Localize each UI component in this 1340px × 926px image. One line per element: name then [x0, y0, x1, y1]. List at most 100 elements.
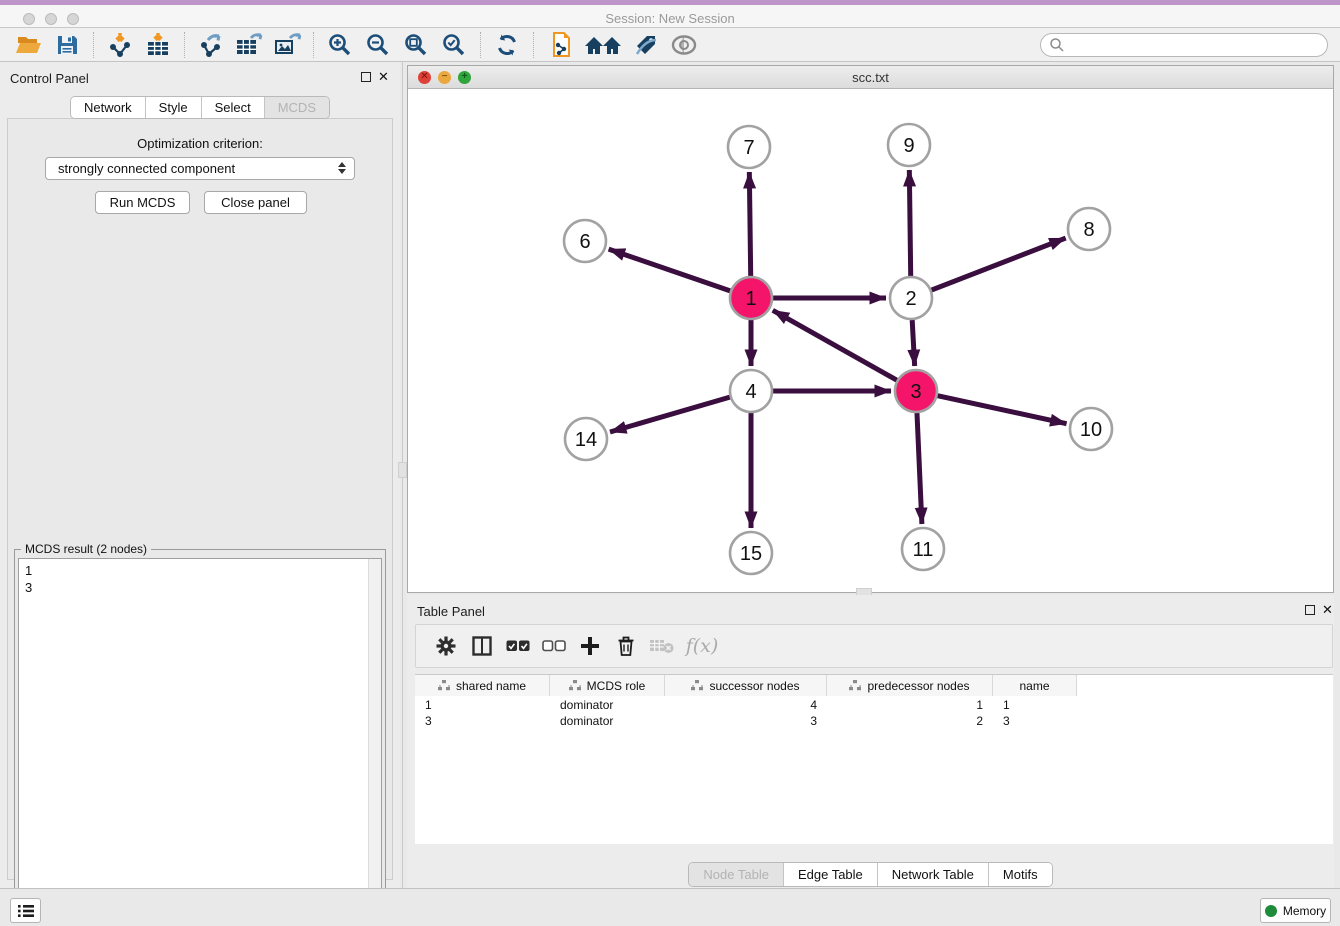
- add-column-icon[interactable]: [572, 628, 608, 664]
- delete-table-icon[interactable]: [644, 628, 680, 664]
- graph-node-15[interactable]: 15: [730, 532, 772, 574]
- search-input[interactable]: [1065, 35, 1327, 55]
- table-cell[interactable]: 3: [665, 713, 827, 729]
- tab-node-table[interactable]: Node Table: [689, 863, 784, 886]
- run-mcds-button[interactable]: Run MCDS: [95, 191, 190, 214]
- column-header-shared-name[interactable]: shared name: [415, 675, 550, 696]
- import-table-icon[interactable]: [141, 30, 175, 60]
- edge-2-8[interactable]: [932, 238, 1066, 290]
- column-header-name[interactable]: name: [993, 675, 1077, 696]
- clone-network-icon[interactable]: [543, 30, 577, 60]
- tab-mcds[interactable]: MCDS: [265, 97, 329, 118]
- column-header-mcds-role[interactable]: MCDS role: [550, 675, 665, 696]
- search-icon: [1049, 37, 1065, 53]
- edge-2-9[interactable]: [909, 170, 910, 276]
- table-body: 1dominator4113dominator323: [415, 697, 1077, 729]
- mcds-result-line: 1: [25, 562, 381, 579]
- graph-node-10[interactable]: 10: [1070, 408, 1112, 450]
- save-session-icon[interactable]: [50, 30, 84, 60]
- export-table-icon[interactable]: [232, 30, 266, 60]
- table-cell[interactable]: 1: [415, 697, 550, 713]
- zoom-selected-icon[interactable]: [437, 30, 471, 60]
- table-cell[interactable]: 1: [827, 697, 993, 713]
- node-label: 1: [745, 288, 756, 310]
- table-cell[interactable]: dominator: [550, 713, 665, 729]
- application-window: Session: New Session: [0, 0, 1340, 926]
- table-cell[interactable]: 4: [665, 697, 827, 713]
- toolbar-separator: [93, 32, 94, 58]
- network-canvas[interactable]: 7 9 6 8 1 2 4 3 14 10 15 11: [408, 89, 1333, 592]
- edge-4-14[interactable]: [610, 397, 730, 432]
- split-panel-icon[interactable]: [464, 628, 500, 664]
- delete-icon[interactable]: [608, 628, 644, 664]
- float-table-panel-icon[interactable]: [1305, 605, 1315, 615]
- tab-network-table[interactable]: Network Table: [878, 863, 989, 886]
- zoom-out-icon[interactable]: [361, 30, 395, 60]
- toolbar-separator: [313, 32, 314, 58]
- edge-1-7[interactable]: [749, 172, 750, 276]
- close-table-panel-icon[interactable]: ✕: [1322, 602, 1333, 618]
- graph-node-8[interactable]: 8: [1068, 208, 1110, 250]
- zoom-fit-icon[interactable]: [399, 30, 433, 60]
- edge-3-10[interactable]: [937, 396, 1066, 424]
- tab-select[interactable]: Select: [202, 97, 265, 118]
- select-all-icon[interactable]: [500, 628, 536, 664]
- node-label: 3: [910, 381, 921, 403]
- hide-labels-icon[interactable]: [629, 30, 663, 60]
- network-view-window: ✕ − + scc.txt 7 9 6 8 1 2 4 3 14 10 15 11: [407, 65, 1334, 593]
- node-table: shared nameMCDS rolesuccessor nodesprede…: [415, 674, 1333, 844]
- vertical-splitter-handle[interactable]: [398, 462, 407, 478]
- column-header-predecessor-nodes[interactable]: predecessor nodes: [827, 675, 993, 696]
- graph-node-9[interactable]: 9: [888, 124, 930, 166]
- control-panel-header: Control Panel ✕: [0, 62, 400, 94]
- criterion-dropdown[interactable]: strongly connected component: [45, 157, 355, 180]
- graph-node-7[interactable]: 7: [728, 126, 770, 168]
- edge-3-11[interactable]: [917, 413, 922, 524]
- network-window-titlebar: ✕ − + scc.txt: [408, 66, 1333, 89]
- memory-button[interactable]: Memory: [1260, 898, 1331, 923]
- deselect-all-icon[interactable]: [536, 628, 572, 664]
- graph-node-2[interactable]: 2: [890, 277, 932, 319]
- search-box[interactable]: [1040, 33, 1328, 57]
- graph-node-6[interactable]: 6: [564, 220, 606, 262]
- close-panel-icon[interactable]: ✕: [378, 69, 389, 85]
- float-panel-icon[interactable]: [361, 72, 371, 82]
- table-cell[interactable]: 3: [993, 713, 1077, 729]
- table-cell[interactable]: 2: [827, 713, 993, 729]
- tab-edge-table[interactable]: Edge Table: [784, 863, 878, 886]
- task-history-button[interactable]: [10, 898, 41, 923]
- table-row[interactable]: 1dominator411: [415, 697, 1077, 713]
- graph-node-3[interactable]: 3: [895, 370, 937, 412]
- table-toolbar: f(x): [415, 624, 1333, 668]
- toggle-details-icon[interactable]: [667, 30, 701, 60]
- graph-node-4[interactable]: 4: [730, 370, 772, 412]
- export-image-icon[interactable]: [270, 30, 304, 60]
- graph-node-1[interactable]: 1: [730, 277, 772, 319]
- column-header-successor-nodes[interactable]: successor nodes: [665, 675, 827, 696]
- tab-network[interactable]: Network: [71, 97, 146, 118]
- zoom-in-icon[interactable]: [323, 30, 357, 60]
- network-graph[interactable]: 7 9 6 8 1 2 4 3 14 10 15 11: [408, 89, 1333, 592]
- mcds-result-list[interactable]: 13: [18, 558, 382, 923]
- refresh-icon[interactable]: [490, 30, 524, 60]
- tab-motifs[interactable]: Motifs: [989, 863, 1052, 886]
- edge-2-3[interactable]: [912, 320, 914, 366]
- edge-1-6[interactable]: [609, 249, 731, 291]
- tab-style[interactable]: Style: [146, 97, 202, 118]
- table-cell[interactable]: dominator: [550, 697, 665, 713]
- result-scrollbar[interactable]: [368, 559, 381, 922]
- table-cell[interactable]: 3: [415, 713, 550, 729]
- toolbar-separator: [184, 32, 185, 58]
- edge-3-1[interactable]: [773, 310, 897, 380]
- function-builder-icon[interactable]: f(x): [680, 628, 724, 664]
- graph-node-14[interactable]: 14: [565, 418, 607, 460]
- table-cell[interactable]: 1: [993, 697, 1077, 713]
- table-row[interactable]: 3dominator323: [415, 713, 1077, 729]
- close-panel-button[interactable]: Close panel: [204, 191, 307, 214]
- open-session-icon[interactable]: [12, 30, 46, 60]
- apply-layout-icon[interactable]: [581, 30, 625, 60]
- graph-node-11[interactable]: 11: [902, 528, 944, 570]
- gear-icon[interactable]: [428, 628, 464, 664]
- import-network-icon[interactable]: [103, 30, 137, 60]
- export-network-icon[interactable]: [194, 30, 228, 60]
